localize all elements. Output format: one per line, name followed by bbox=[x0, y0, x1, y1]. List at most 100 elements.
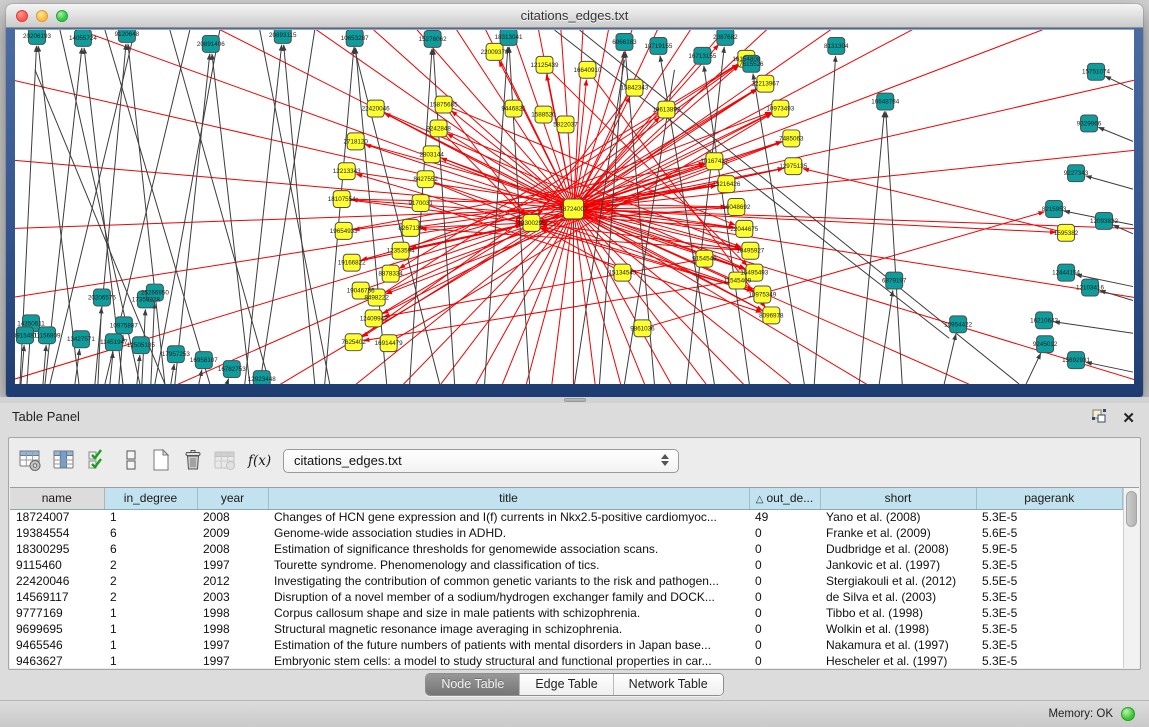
column-header-out_degree[interactable]: △out_de... bbox=[749, 488, 820, 509]
cell-pagerank[interactable]: 5.5E-5 bbox=[976, 573, 1123, 589]
cell-year[interactable]: 2008 bbox=[197, 509, 268, 525]
cell-short[interactable]: Tibbo et al. (1998) bbox=[820, 605, 976, 621]
cell-out_degree[interactable]: 0 bbox=[749, 605, 820, 621]
column-header-title[interactable]: title bbox=[268, 488, 749, 509]
cell-title[interactable]: Genome-wide association studies in ADHD. bbox=[268, 525, 749, 541]
cell-out_degree[interactable]: 0 bbox=[749, 557, 820, 573]
column-header-in_degree[interactable]: in_degree bbox=[104, 488, 197, 509]
cell-in_degree[interactable]: 2 bbox=[104, 589, 197, 605]
cell-pagerank[interactable]: 5.3E-5 bbox=[976, 637, 1123, 653]
table-row[interactable]: 1872400712008Changes of HCN gene express… bbox=[10, 509, 1123, 525]
cell-title[interactable]: Changes of HCN gene expression and I(f) … bbox=[268, 509, 749, 525]
cell-year[interactable]: 1997 bbox=[197, 557, 268, 573]
cell-short[interactable]: Nakamura et al. (1997) bbox=[820, 637, 976, 653]
table-row[interactable]: 977716911998Corpus callosum shape and si… bbox=[10, 605, 1123, 621]
cell-in_degree[interactable]: 6 bbox=[104, 525, 197, 541]
cell-in_degree[interactable]: 1 bbox=[104, 509, 197, 525]
table-row[interactable]: 1938455462009Genome-wide association stu… bbox=[10, 525, 1123, 541]
table-row[interactable]: 2242004622012Investigating the contribut… bbox=[10, 573, 1123, 589]
cell-title[interactable]: Disruption of a novel member of a sodium… bbox=[268, 589, 749, 605]
column-header-short[interactable]: short bbox=[820, 488, 976, 509]
cell-out_degree[interactable]: 0 bbox=[749, 637, 820, 653]
cell-short[interactable]: Yano et al. (2008) bbox=[820, 509, 976, 525]
cell-title[interactable]: Structural magnetic resonance image aver… bbox=[268, 621, 749, 637]
cell-name[interactable]: 9115460 bbox=[10, 557, 104, 573]
table-selector-dropdown[interactable]: citations_edges.txt bbox=[283, 449, 679, 473]
cell-title[interactable]: Estimation of significance thresholds fo… bbox=[268, 541, 749, 557]
select-columns-icon[interactable] bbox=[86, 448, 110, 472]
cell-name[interactable]: 19384554 bbox=[10, 525, 104, 541]
cell-name[interactable]: 9777169 bbox=[10, 605, 104, 621]
create-table-icon[interactable] bbox=[149, 448, 173, 472]
table-row[interactable]: 911546021997Tourette syndrome. Phenomeno… bbox=[10, 557, 1123, 573]
cell-year[interactable]: 1997 bbox=[197, 637, 268, 653]
cell-title[interactable]: Estimation of the future numbers of pati… bbox=[268, 637, 749, 653]
column-header-year[interactable]: year bbox=[197, 488, 268, 509]
cell-in_degree[interactable]: 1 bbox=[104, 605, 197, 621]
tab-network-table[interactable]: Network Table bbox=[614, 674, 723, 695]
cell-in_degree[interactable]: 2 bbox=[104, 557, 197, 573]
cell-short[interactable]: Hescheler et al. (1997) bbox=[820, 653, 976, 668]
column-header-name[interactable]: name bbox=[10, 488, 104, 509]
close-panel-icon[interactable]: ✕ bbox=[1122, 410, 1135, 428]
cell-name[interactable]: 22420046 bbox=[10, 573, 104, 589]
cell-year[interactable]: 2003 bbox=[197, 589, 268, 605]
column-header-pagerank[interactable]: pagerank bbox=[976, 488, 1123, 509]
cell-out_degree[interactable]: 0 bbox=[749, 525, 820, 541]
vertical-scrollbar[interactable] bbox=[1123, 488, 1139, 668]
node-table-grid[interactable]: namein_degreeyeartitle△out_de...shortpag… bbox=[10, 488, 1123, 668]
cell-out_degree[interactable]: 0 bbox=[749, 621, 820, 637]
cell-out_degree[interactable]: 0 bbox=[749, 573, 820, 589]
cell-title[interactable]: Embryonic stem cells: a model to study s… bbox=[268, 653, 749, 668]
network-canvas[interactable]: 1872400718300295224200462718120122133431… bbox=[15, 29, 1134, 384]
cell-in_degree[interactable]: 6 bbox=[104, 541, 197, 557]
cell-year[interactable]: 1998 bbox=[197, 621, 268, 637]
table-options-icon[interactable] bbox=[18, 448, 42, 472]
cell-short[interactable]: Dudbridge et al. (2008) bbox=[820, 541, 976, 557]
citation-graph[interactable]: 1872400718300295224200462718120122133431… bbox=[15, 30, 1134, 384]
cell-year[interactable]: 1997 bbox=[197, 653, 268, 668]
tab-node-table[interactable]: Node Table bbox=[426, 674, 520, 695]
cell-in_degree[interactable]: 1 bbox=[104, 637, 197, 653]
cell-short[interactable]: Jankovic et al. (1997) bbox=[820, 557, 976, 573]
show-selected-columns-icon[interactable] bbox=[52, 448, 76, 472]
cell-pagerank[interactable]: 5.3E-5 bbox=[976, 509, 1123, 525]
cell-short[interactable]: de Silva et al. (2003) bbox=[820, 589, 976, 605]
float-panel-icon[interactable] bbox=[1090, 407, 1108, 430]
cell-short[interactable]: Wolkin et al. (1998) bbox=[820, 621, 976, 637]
cell-year[interactable]: 2012 bbox=[197, 573, 268, 589]
cell-short[interactable]: Franke et al. (2009) bbox=[820, 525, 976, 541]
cell-name[interactable]: 18724007 bbox=[10, 509, 104, 525]
cell-name[interactable]: 9465546 bbox=[10, 637, 104, 653]
cell-title[interactable]: Tourette syndrome. Phenomenology and cla… bbox=[268, 557, 749, 573]
cell-name[interactable]: 18300295 bbox=[10, 541, 104, 557]
table-row[interactable]: 969969511998Structural magnetic resonanc… bbox=[10, 621, 1123, 637]
tab-edge-table[interactable]: Edge Table bbox=[520, 674, 613, 695]
cell-pagerank[interactable]: 5.3E-5 bbox=[976, 589, 1123, 605]
window-titlebar[interactable]: citations_edges.txt bbox=[6, 4, 1143, 28]
cell-pagerank[interactable]: 5.3E-5 bbox=[976, 605, 1123, 621]
function-builder-icon[interactable]: f(x) bbox=[247, 448, 271, 472]
cell-pagerank[interactable]: 5.3E-5 bbox=[976, 653, 1123, 668]
cell-title[interactable]: Investigating the contribution of common… bbox=[268, 573, 749, 589]
cell-out_degree[interactable]: 0 bbox=[749, 653, 820, 668]
scrollbar-thumb[interactable] bbox=[1126, 491, 1137, 527]
table-row[interactable]: 946362711997Embryonic stem cells: a mode… bbox=[10, 653, 1123, 668]
cell-year[interactable]: 2008 bbox=[197, 541, 268, 557]
cell-pagerank[interactable]: 5.9E-5 bbox=[976, 541, 1123, 557]
delete-table-icon[interactable] bbox=[181, 448, 205, 472]
table-row[interactable]: 1830029562008Estimation of significance … bbox=[10, 541, 1123, 557]
cell-out_degree[interactable]: 49 bbox=[749, 509, 820, 525]
row-height-icon[interactable] bbox=[119, 448, 143, 472]
cell-in_degree[interactable]: 1 bbox=[104, 621, 197, 637]
cell-in_degree[interactable]: 2 bbox=[104, 573, 197, 589]
cell-year[interactable]: 1998 bbox=[197, 605, 268, 621]
cell-out_degree[interactable]: 0 bbox=[749, 541, 820, 557]
table-row[interactable]: 946554611997Estimation of the future num… bbox=[10, 637, 1123, 653]
cell-in_degree[interactable]: 1 bbox=[104, 653, 197, 668]
cell-name[interactable]: 14569117 bbox=[10, 589, 104, 605]
cell-pagerank[interactable]: 5.3E-5 bbox=[976, 621, 1123, 637]
cell-name[interactable]: 9699695 bbox=[10, 621, 104, 637]
cell-title[interactable]: Corpus callosum shape and size in male p… bbox=[268, 605, 749, 621]
cell-pagerank[interactable]: 5.6E-5 bbox=[976, 525, 1123, 541]
